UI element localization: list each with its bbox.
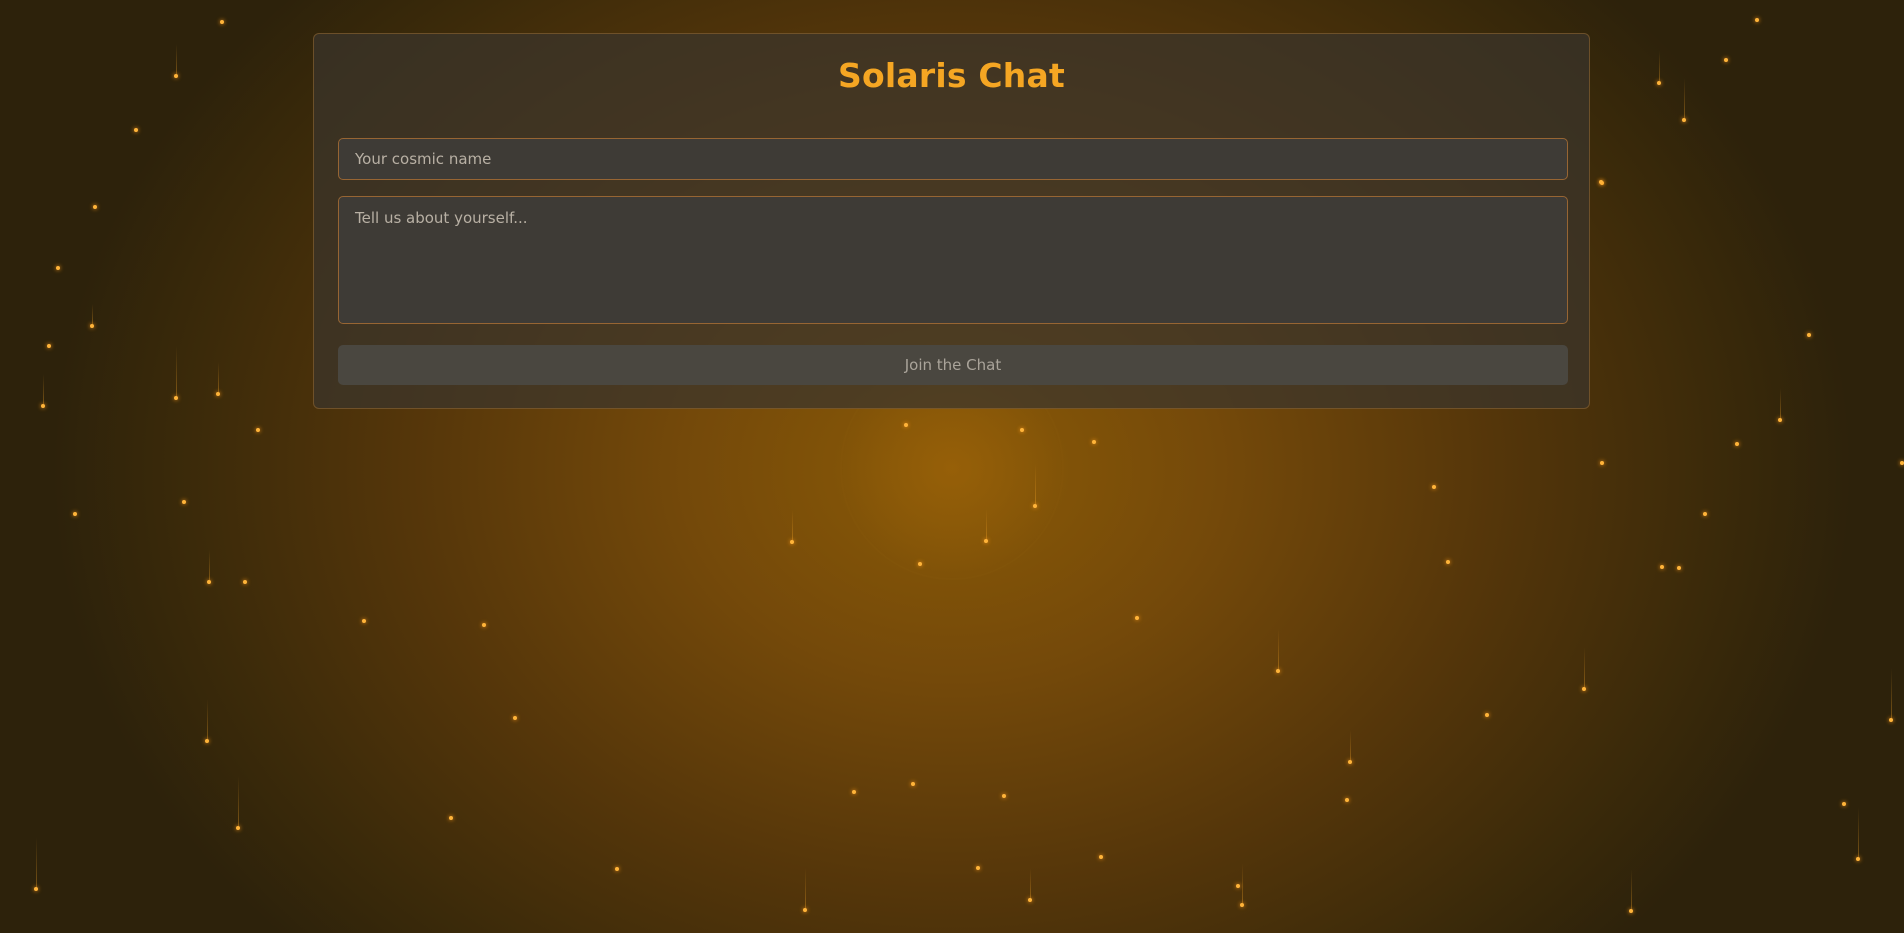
star-particle: [615, 867, 619, 871]
star-particle: [47, 344, 51, 348]
star-particle: [1682, 118, 1686, 122]
app-title: Solaris Chat: [838, 56, 1065, 95]
star-particle: [1092, 440, 1096, 444]
star-particle: [1446, 560, 1450, 564]
star-particle: [182, 500, 186, 504]
star-particle: [1002, 794, 1006, 798]
star-particle: [1724, 58, 1728, 62]
star-trail: [1779, 388, 1781, 418]
star-particle: [1600, 461, 1604, 465]
star-particle: [1778, 418, 1782, 422]
star-trail: [1857, 807, 1859, 857]
star-trail: [42, 374, 44, 404]
star-particle: [911, 782, 915, 786]
about-textarea[interactable]: [338, 196, 1568, 324]
star-trail: [1890, 668, 1892, 718]
star-particle: [174, 396, 178, 400]
star-particle: [1432, 485, 1436, 489]
star-trail: [1277, 629, 1279, 669]
star-particle: [1600, 181, 1604, 185]
star-particle: [41, 404, 45, 408]
star-particle: [1657, 81, 1661, 85]
star-particle: [243, 580, 247, 584]
star-particle: [216, 392, 220, 396]
star-trail: [208, 550, 210, 580]
star-particle: [1485, 713, 1489, 717]
star-particle: [1703, 512, 1707, 516]
star-particle: [1099, 855, 1103, 859]
star-trail: [91, 304, 93, 324]
star-particle: [449, 816, 453, 820]
star-particle: [56, 266, 60, 270]
star-trail: [237, 776, 239, 826]
star-particle: [1629, 909, 1633, 913]
star-trail: [1630, 869, 1632, 909]
star-particle: [207, 580, 211, 584]
star-trail: [1683, 78, 1685, 118]
star-particle: [1900, 461, 1904, 465]
star-trail: [175, 346, 177, 396]
star-particle: [1276, 669, 1280, 673]
star-particle: [1856, 857, 1860, 861]
star-particle: [236, 826, 240, 830]
star-particle: [1348, 760, 1352, 764]
star-trail: [175, 44, 177, 74]
star-trail: [1029, 868, 1031, 898]
star-particle: [976, 866, 980, 870]
star-particle: [220, 20, 224, 24]
star-trail: [35, 837, 37, 887]
star-particle: [362, 619, 366, 623]
star-particle: [174, 74, 178, 78]
star-trail: [1241, 863, 1243, 903]
star-trail: [206, 699, 208, 739]
star-particle: [1599, 180, 1603, 184]
star-particle: [513, 716, 517, 720]
join-panel: Solaris Chat Join the Chat: [313, 33, 1590, 409]
star-particle: [1660, 565, 1664, 569]
star-particle: [790, 540, 794, 544]
star-particle: [1135, 616, 1139, 620]
star-particle: [1755, 18, 1759, 22]
star-particle: [1677, 566, 1681, 570]
star-particle: [1889, 718, 1893, 722]
star-trail: [1658, 51, 1660, 81]
star-particle: [205, 739, 209, 743]
star-particle: [1236, 884, 1240, 888]
join-chat-button[interactable]: Join the Chat: [338, 345, 1568, 385]
star-trail: [1583, 647, 1585, 687]
star-particle: [1028, 898, 1032, 902]
star-particle: [1582, 687, 1586, 691]
star-trail: [217, 362, 219, 392]
star-particle: [803, 908, 807, 912]
star-particle: [34, 887, 38, 891]
star-particle: [1240, 903, 1244, 907]
cosmic-name-input[interactable]: [338, 138, 1568, 180]
star-trail: [791, 510, 793, 540]
star-particle: [852, 790, 856, 794]
star-particle: [1735, 442, 1739, 446]
star-particle: [90, 324, 94, 328]
star-particle: [93, 205, 97, 209]
star-trail: [1349, 730, 1351, 760]
star-particle: [134, 128, 138, 132]
star-particle: [482, 623, 486, 627]
star-particle: [73, 512, 77, 516]
star-particle: [256, 428, 260, 432]
star-trail: [804, 868, 806, 908]
star-particle: [1345, 798, 1349, 802]
star-particle: [1842, 802, 1846, 806]
star-particle: [1807, 333, 1811, 337]
